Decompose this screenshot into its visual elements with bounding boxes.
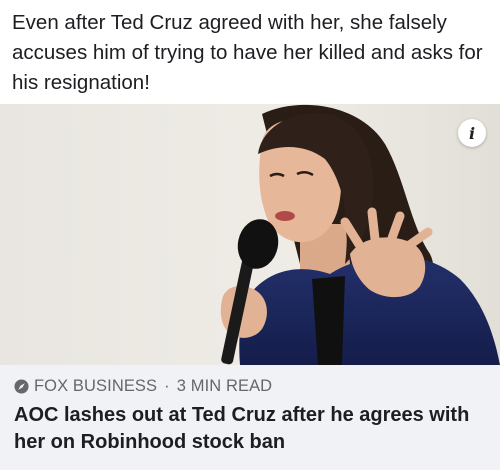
article-photo	[0, 104, 500, 365]
read-time: 3 MIN READ	[176, 377, 273, 395]
link-preview-card[interactable]: i FOX BUSINESS · 3 MIN READ AOC lashes o…	[0, 104, 500, 470]
compass-icon	[14, 379, 29, 394]
source-line: FOX BUSINESS · 3 MIN READ	[14, 377, 272, 396]
link-meta[interactable]: FOX BUSINESS · 3 MIN READ AOC lashes out…	[0, 365, 500, 470]
separator-dot: ·	[164, 377, 170, 395]
source-name: FOX BUSINESS	[34, 377, 158, 395]
article-headline[interactable]: AOC lashes out at Ted Cruz after he agre…	[14, 402, 490, 456]
article-image[interactable]: i	[0, 104, 500, 365]
info-icon[interactable]: i	[458, 119, 486, 147]
post-text: Even after Ted Cruz agreed with her, she…	[12, 11, 483, 94]
